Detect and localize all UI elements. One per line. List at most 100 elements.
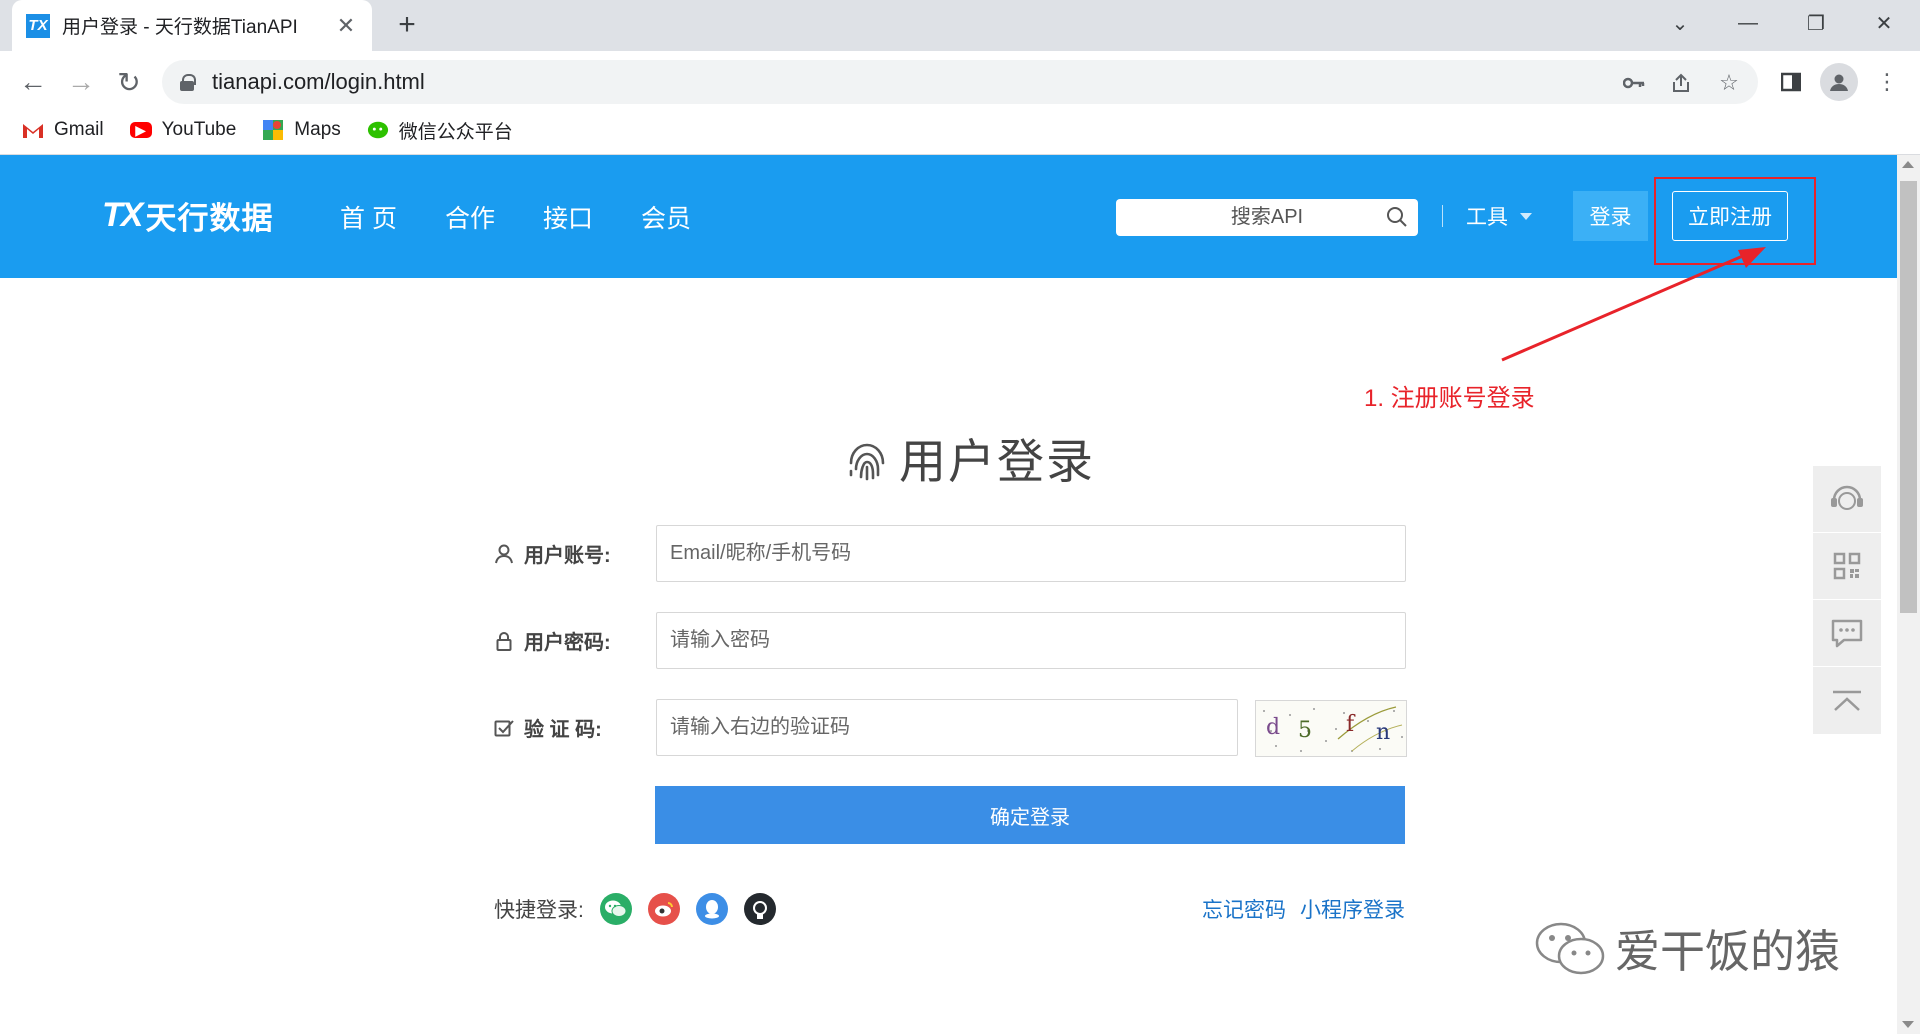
github-login-icon[interactable] xyxy=(743,893,776,925)
maps-icon xyxy=(262,120,284,140)
fingerprint-icon xyxy=(849,443,885,480)
site-header: TX 天行数据 首 页 合作 接口 会员 工具 登录 立即注册 xyxy=(0,155,1897,278)
browser-toolbar: ← → ↻ tianapi.com/login.html ☆ ⋮ Gmail ▶… xyxy=(0,51,1920,155)
bookmark-wechat[interactable]: 微信公众平台 xyxy=(367,117,513,144)
logo-mark: TX xyxy=(102,196,143,234)
tab-title: 用户登录 - 天行数据TianAPI xyxy=(62,17,298,38)
youtube-icon: ▶ xyxy=(129,122,152,138)
user-icon xyxy=(494,544,514,564)
quick-login: 快捷登录: xyxy=(494,893,776,925)
gmail-icon xyxy=(22,121,44,139)
captcha-image[interactable]: d 5 f n xyxy=(1255,700,1407,757)
bookmark-youtube[interactable]: ▶ YouTube xyxy=(129,119,237,141)
browser-tab[interactable]: TX 用户登录 - 天行数据TianAPI ✕ xyxy=(12,0,372,51)
password-input[interactable] xyxy=(656,612,1406,669)
nav-membership[interactable]: 会员 xyxy=(641,199,691,235)
password-label-text: 用户密码: xyxy=(524,632,611,654)
logo-text: 天行数据 xyxy=(145,201,274,236)
annotation-highlight-box xyxy=(1654,177,1816,265)
bookmark-star-icon[interactable]: ☆ xyxy=(1715,69,1743,97)
forward-icon[interactable]: → xyxy=(62,63,100,101)
lock-icon xyxy=(180,74,196,91)
restore-icon[interactable]: ❐ xyxy=(1786,6,1846,40)
captcha-char: d xyxy=(1266,715,1280,740)
minimize-icon[interactable]: — xyxy=(1718,6,1778,40)
bookmark-label: Maps xyxy=(294,119,341,140)
tianapi-favicon-icon: TX xyxy=(26,13,50,38)
watermark: 爱干饭的猿 xyxy=(1533,915,1840,980)
nav-cooperation[interactable]: 合作 xyxy=(445,199,495,235)
menu-kebab-icon[interactable]: ⋮ xyxy=(1868,63,1906,101)
annotation-text: 1. 注册账号登录 xyxy=(1364,385,1535,412)
bookmark-label: YouTube xyxy=(161,119,237,140)
bookmark-label: 微信公众平台 xyxy=(398,121,513,143)
login-heading: 用户登录 xyxy=(899,435,1095,488)
account-label: 用户账号: xyxy=(494,539,656,568)
watermark-text: 爱干饭的猿 xyxy=(1615,926,1841,977)
page-scrollbar[interactable] xyxy=(1897,155,1920,1034)
password-row: 用户密码: xyxy=(494,612,1406,669)
login-links: 忘记密码 小程序登录 xyxy=(1202,894,1405,924)
feedback-chat-icon[interactable] xyxy=(1813,600,1881,667)
wechat-icon xyxy=(367,121,389,139)
floating-toolbar xyxy=(1813,466,1881,734)
wechat-watermark-icon xyxy=(1535,922,1605,974)
weibo-login-icon[interactable] xyxy=(647,893,680,925)
captcha-char: n xyxy=(1376,720,1390,745)
submit-login-button[interactable]: 确定登录 xyxy=(655,786,1405,844)
reload-icon[interactable]: ↻ xyxy=(110,63,148,101)
miniprogram-login-link[interactable]: 小程序登录 xyxy=(1300,894,1405,924)
back-to-top-icon[interactable] xyxy=(1813,667,1881,734)
forgot-password-link[interactable]: 忘记密码 xyxy=(1202,894,1286,924)
scroll-up-arrow-icon[interactable] xyxy=(1902,161,1914,168)
nav-api[interactable]: 接口 xyxy=(543,199,593,235)
qq-login-icon[interactable] xyxy=(695,893,728,925)
scroll-down-arrow-icon[interactable] xyxy=(1902,1021,1914,1028)
account-row: 用户账号: xyxy=(494,525,1406,582)
close-window-icon[interactable]: ✕ xyxy=(1854,6,1914,40)
bookmark-maps[interactable]: Maps xyxy=(262,119,341,141)
captcha-label-text: 验 证 码: xyxy=(524,719,602,741)
site-logo[interactable]: TX 天行数据 xyxy=(102,193,273,238)
side-panel-icon[interactable] xyxy=(1772,63,1810,101)
captcha-row: 验 证 码: xyxy=(494,699,1238,756)
api-search-input[interactable] xyxy=(1167,206,1367,229)
caret-down-icon xyxy=(1520,212,1532,220)
share-icon[interactable] xyxy=(1667,69,1695,97)
captcha-label: 验 证 码: xyxy=(494,713,656,742)
header-divider xyxy=(1442,205,1443,227)
nav-home[interactable]: 首 页 xyxy=(340,199,397,235)
verify-check-icon xyxy=(494,718,514,738)
url-text: tianapi.com/login.html xyxy=(212,69,425,94)
tab-close-icon[interactable]: ✕ xyxy=(334,13,358,39)
profile-avatar-icon[interactable] xyxy=(1820,63,1858,101)
quick-login-label: 快捷登录: xyxy=(494,899,584,922)
address-bar[interactable]: tianapi.com/login.html ☆ xyxy=(162,60,1758,104)
customer-service-icon[interactable] xyxy=(1813,466,1881,533)
tools-dropdown[interactable]: 工具 xyxy=(1466,201,1532,231)
captcha-char: 5 xyxy=(1298,718,1312,743)
qrcode-icon[interactable] xyxy=(1813,533,1881,600)
bookmarks-bar: Gmail ▶ YouTube Maps 微信公众平台 xyxy=(0,113,539,147)
login-title: 用户登录 xyxy=(845,423,1095,492)
password-label: 用户密码: xyxy=(494,626,656,655)
password-key-icon[interactable] xyxy=(1620,69,1648,97)
wechat-login-icon[interactable] xyxy=(599,893,632,925)
captcha-characters: d 5 f n xyxy=(1266,712,1390,745)
captcha-input[interactable] xyxy=(656,699,1238,756)
captcha-char: f xyxy=(1346,712,1356,737)
scroll-thumb[interactable] xyxy=(1900,181,1917,613)
bookmark-gmail[interactable]: Gmail xyxy=(22,119,104,141)
back-icon[interactable]: ← xyxy=(14,63,52,101)
tools-label: 工具 xyxy=(1466,206,1508,229)
login-button[interactable]: 登录 xyxy=(1573,191,1648,241)
search-icon[interactable] xyxy=(1386,206,1408,228)
api-search-box xyxy=(1116,199,1418,236)
bookmark-label: Gmail xyxy=(54,119,104,140)
new-tab-icon[interactable]: + xyxy=(390,8,424,42)
lock-icon xyxy=(494,631,514,651)
account-label-text: 用户账号: xyxy=(524,545,611,567)
tab-search-icon[interactable]: ⌄ xyxy=(1650,6,1710,40)
account-input[interactable] xyxy=(656,525,1406,582)
main-nav: 首 页 合作 接口 会员 xyxy=(340,199,739,235)
